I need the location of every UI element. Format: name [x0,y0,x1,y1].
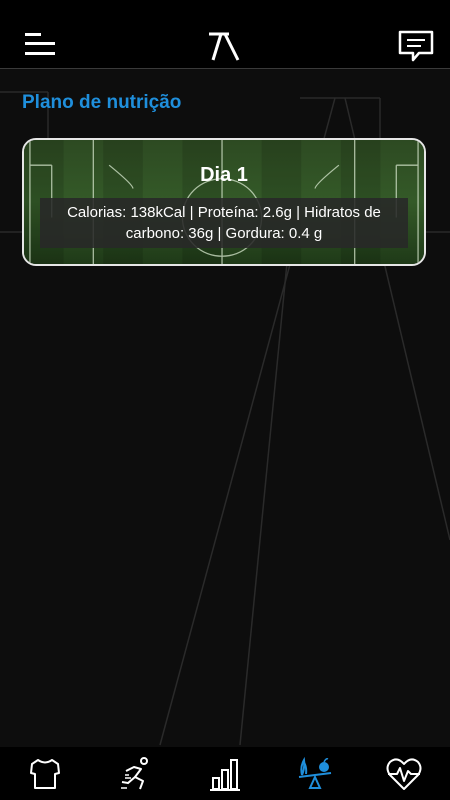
jersey-icon [30,759,60,789]
nav-item-training[interactable] [116,755,156,793]
ta-logo-icon [209,32,240,61]
nutrition-day-card[interactable]: Dia 1 Calorias: 138kCal | Proteína: 2.6g… [22,138,426,266]
nav-item-health[interactable] [384,755,424,793]
heart-pulse-icon [386,758,422,790]
bottom-navigation [0,747,450,800]
nav-item-kit[interactable] [25,755,65,793]
background-decoration [0,91,450,746]
top-app-bar [0,0,450,69]
chat-message-icon [398,30,434,62]
menu-button[interactable] [24,30,56,62]
nutrition-balance-icon [298,756,332,789]
nav-item-stats[interactable] [205,755,245,793]
running-exercise-icon [121,757,148,790]
messages-button[interactable] [397,29,435,63]
hamburger-icon [25,33,55,55]
bar-chart-icon [210,759,240,791]
nav-item-nutrition[interactable] [295,755,335,793]
app-logo [207,30,241,62]
macros-summary: Calorias: 138kCal | Proteína: 2.6g | Hid… [40,198,408,248]
page-title: Plano de nutrição [22,92,182,113]
day-title: Dia 1 [200,164,248,186]
